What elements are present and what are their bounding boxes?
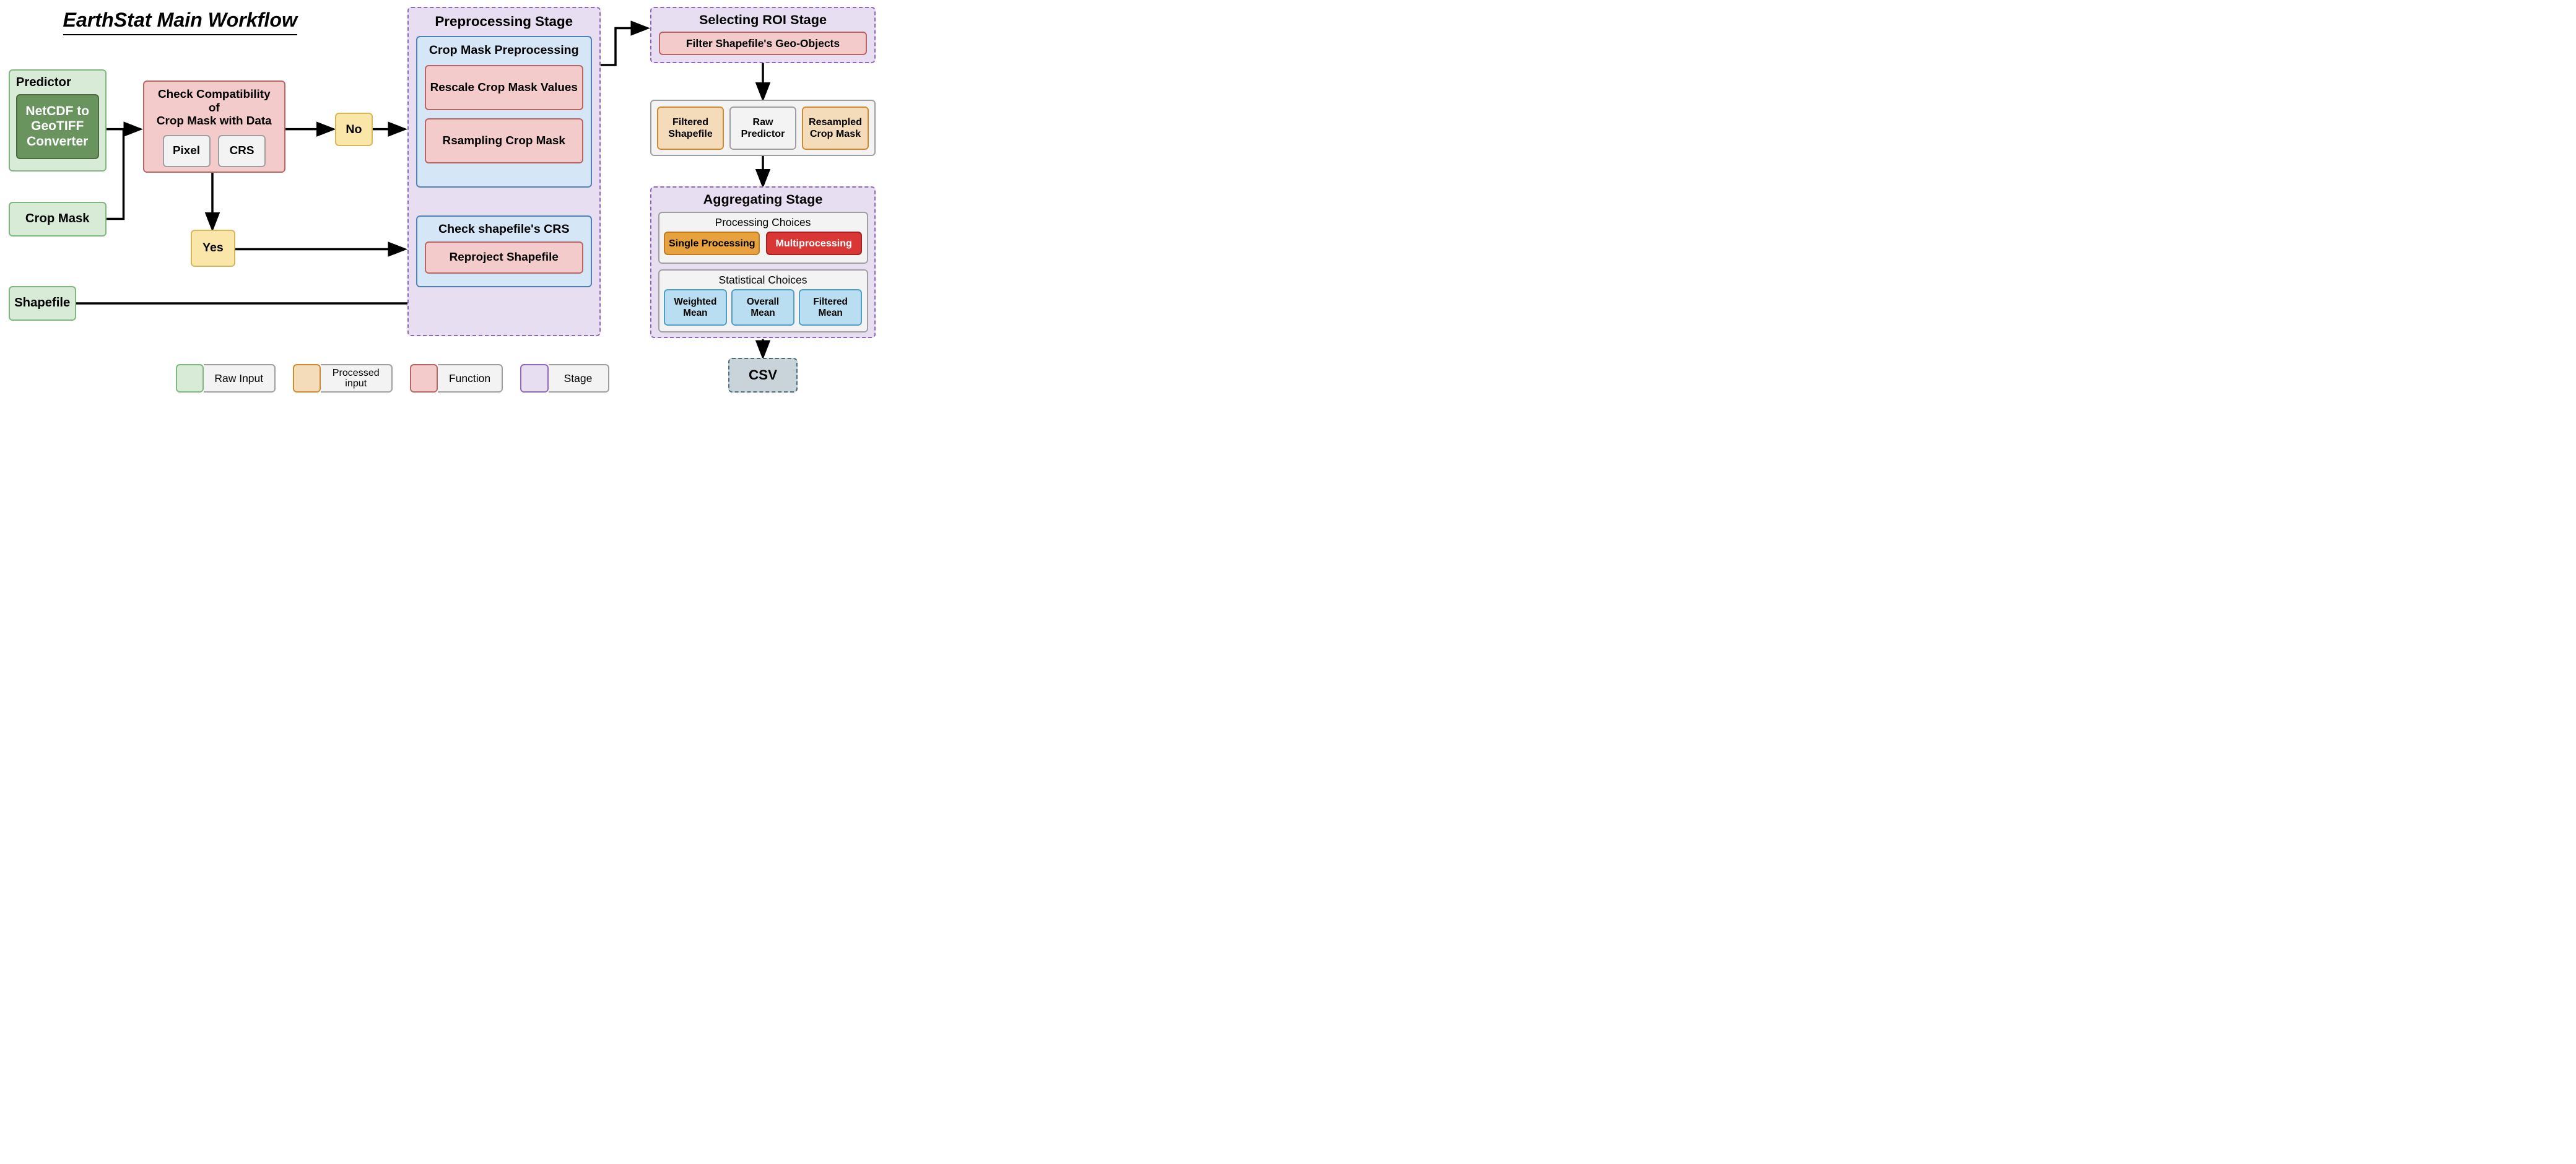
legend-processed-label-box: Processed input	[321, 364, 393, 393]
rescale-label: Rescale Crop Mask Values	[430, 81, 578, 95]
preprocessing-title: Preprocessing Stage	[435, 14, 573, 30]
processing-choices: Processing Choices Single Processing Mul…	[658, 212, 868, 264]
crop-mask-preprocessing: Crop Mask Preprocessing Rescale Crop Mas…	[416, 36, 592, 188]
crs-label: CRS	[230, 144, 255, 158]
check-pixel: Pixel	[163, 135, 211, 168]
resampled-cm-label: Resampled Crop Mask	[806, 116, 865, 139]
filter-label: Filter Shapefile's Geo-Objects	[686, 37, 840, 50]
shapefile-input: Shapefile	[9, 286, 76, 321]
reproject-label: Reproject Shapefile	[450, 251, 559, 264]
cm-prep-title: Crop Mask Preprocessing	[429, 43, 579, 58]
crop-mask-label: Crop Mask	[25, 212, 90, 226]
aggregating-title: Aggregating Stage	[703, 192, 823, 207]
decision-no: No	[335, 113, 373, 146]
check-crs: CRS	[218, 135, 266, 168]
preprocessing-stage: Preprocessing Stage Crop Mask Preprocess…	[407, 7, 601, 336]
filtered-shapefile: Filtered Shapefile	[657, 106, 724, 150]
rescale-function: Rescale Crop Mask Values	[425, 65, 583, 111]
netcdf-converter: NetCDF to GeoTIFF Converter	[16, 94, 99, 159]
legend-raw-label: Raw Input	[214, 372, 263, 384]
decision-yes: Yes	[191, 230, 235, 267]
filter-geo-objects: Filter Shapefile's Geo-Objects	[659, 32, 867, 56]
raw-predictor-label: Raw Predictor	[733, 116, 793, 139]
pixel-label: Pixel	[173, 144, 200, 158]
resampled-crop-mask: Resampled Crop Mask	[802, 106, 869, 150]
raw-predictor: Raw Predictor	[729, 106, 796, 150]
csv-output: CSV	[728, 358, 798, 393]
predictor-label: Predictor	[16, 76, 71, 90]
processing-title: Processing Choices	[715, 216, 811, 228]
aggregating-stage: Aggregating Stage Processing Choices Sin…	[650, 186, 876, 338]
overall-mean: Overall Mean	[731, 289, 794, 326]
resample-function: Rsampling Crop Mask	[425, 118, 583, 164]
filtered-mean: Filtered Mean	[799, 289, 861, 326]
check-shapefile-crs: Check shapefile's CRS Reproject Shapefil…	[416, 215, 592, 287]
csv-label: CSV	[749, 367, 777, 383]
multi-label: Multiprocessing	[775, 238, 851, 250]
resample-label: Rsampling Crop Mask	[443, 134, 565, 148]
legend-function-swatch	[410, 364, 438, 393]
legend-stage-label-box: Stage	[549, 364, 609, 393]
legend-function-label: Function	[449, 372, 490, 384]
converter-label: NetCDF to GeoTIFF Converter	[22, 104, 94, 149]
filtered-label: Filtered Mean	[803, 297, 858, 318]
legend-stage-swatch	[520, 364, 549, 393]
legend-function-label-box: Function	[438, 364, 503, 393]
single-label: Single Processing	[669, 238, 755, 250]
check-title1: Check Compatibility of	[152, 88, 276, 115]
yes-label: Yes	[202, 241, 224, 255]
roi-title: Selecting ROI Stage	[699, 12, 827, 28]
legend-raw-label-box: Raw Input	[204, 364, 276, 393]
shp-crs-title: Check shapefile's CRS	[438, 222, 570, 237]
shapefile-label: Shapefile	[14, 296, 70, 310]
check-compatibility: Check Compatibility of Crop Mask with Da…	[143, 80, 285, 173]
legend-processed-swatch	[293, 364, 321, 393]
selecting-roi-stage: Selecting ROI Stage Filter Shapefile's G…	[650, 7, 876, 63]
check-title2: Crop Mask with Data	[157, 115, 272, 128]
predictor-group: Predictor NetCDF to GeoTIFF Converter	[9, 69, 107, 172]
legend-processed-label: Processed input	[321, 368, 391, 389]
filtered-shp-label: Filtered Shapefile	[661, 116, 720, 139]
overall-label: Overall Mean	[735, 297, 791, 318]
multiprocessing: Multiprocessing	[766, 232, 862, 256]
statistical-choices: Statistical Choices Weighted Mean Overal…	[658, 269, 868, 332]
legend-raw-swatch	[176, 364, 204, 393]
workflow-diagram: EarthStat Main Workflow Predict	[0, 0, 902, 407]
stat-title: Statistical Choices	[719, 274, 807, 286]
weighted-label: Weighted Mean	[668, 297, 723, 318]
no-label: No	[346, 123, 362, 137]
legend-stage-label: Stage	[564, 372, 593, 384]
weighted-mean: Weighted Mean	[664, 289, 726, 326]
processed-inputs-group: Filtered Shapefile Raw Predictor Resampl…	[650, 100, 876, 156]
crop-mask-input: Crop Mask	[9, 202, 107, 237]
single-processing: Single Processing	[664, 232, 760, 256]
reproject-function: Reproject Shapefile	[425, 241, 583, 274]
